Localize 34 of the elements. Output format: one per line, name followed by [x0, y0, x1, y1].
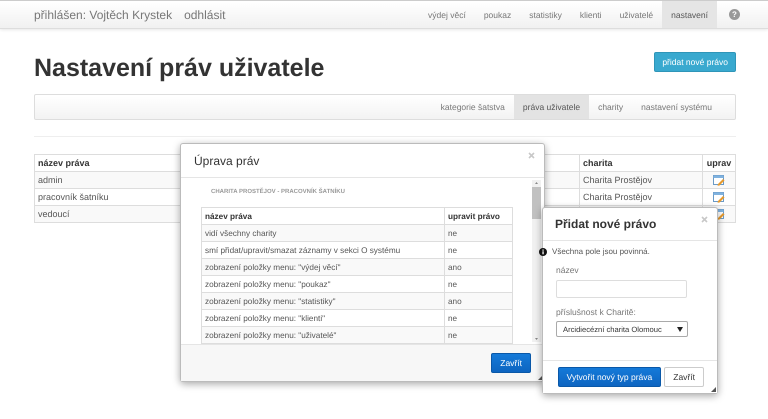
create-button[interactable]: Vytvořit nový typ práva: [558, 367, 662, 387]
table-cell: Charita Prostějov: [583, 175, 652, 185]
table-cell: ano: [444, 292, 512, 310]
page-title: Nastavení práv uživatele: [34, 53, 324, 83]
close-button[interactable]: Zavřít: [491, 353, 531, 373]
table-cell: ne: [444, 326, 512, 344]
table-cell: zobrazení položky menu: "uživatelé": [202, 326, 444, 344]
subnav-tab[interactable]: charity: [589, 95, 632, 119]
column-header: charita: [580, 154, 702, 172]
table-cell: zobrazení položky menu: "výdej věcí": [202, 258, 444, 276]
table-cell: zobrazení položky menu: "statistiky": [202, 292, 444, 310]
logged-in-user: přihlášen: Vojtěch Krystek: [34, 8, 172, 22]
add-right-button[interactable]: přidat nové právo: [654, 52, 736, 72]
column-header: název práva: [202, 208, 444, 224]
dialog-title: Úprava práv: [194, 154, 260, 168]
subnav-tab[interactable]: práva uživatele: [514, 95, 590, 119]
logout-link[interactable]: odhlásit: [184, 8, 226, 22]
help-icon[interactable]: ?: [729, 9, 740, 20]
required-note: Všechna pole jsou povinná.: [552, 247, 650, 256]
nav-item[interactable]: statistiky: [520, 1, 571, 28]
table-cell: vidí všechny charity: [202, 224, 444, 242]
field-label: příslušnost k Charitě:: [556, 307, 636, 317]
nav-item[interactable]: uživatelé: [610, 1, 662, 28]
table-cell: ano: [444, 258, 512, 276]
table-cell: ne: [444, 224, 512, 242]
subnav-tab[interactable]: nastavení systému: [632, 95, 721, 119]
close-button[interactable]: Zavřít: [664, 367, 704, 387]
field-label: název: [556, 265, 579, 275]
nav-item[interactable]: výdej věcí: [419, 1, 475, 28]
nav-item[interactable]: klienti: [570, 1, 611, 28]
subnav-tab[interactable]: kategorie šatstva: [432, 95, 514, 119]
table-cell: Charita Prostějov: [583, 192, 652, 202]
nav-item[interactable]: nastavení: [662, 1, 717, 28]
nav-item[interactable]: poukaz: [474, 1, 520, 28]
